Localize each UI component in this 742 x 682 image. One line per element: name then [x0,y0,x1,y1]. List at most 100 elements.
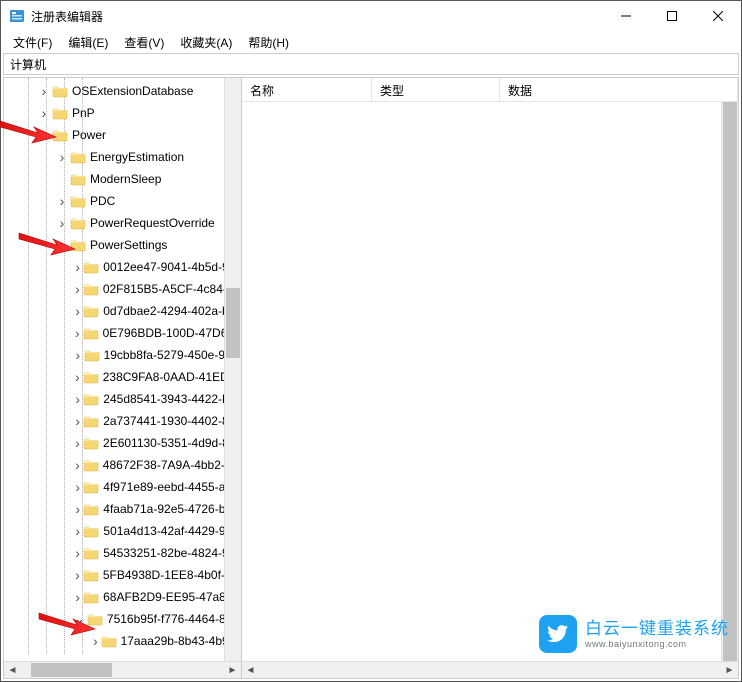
folder-icon [83,568,99,582]
chevron-right-icon[interactable]: › [74,325,81,341]
chevron-right-icon[interactable]: › [74,281,81,297]
tree-node-label: PDC [90,194,115,208]
column-data[interactable]: 数据 [500,78,738,101]
tree-node-label: 68AFB2D9-EE95-47a8-8f50-4115088073b1 [103,590,241,604]
chevron-right-icon[interactable]: › [74,391,81,407]
folder-icon [83,326,99,340]
chevron-down-icon[interactable]: ⌄ [74,611,85,627]
scroll-left-icon[interactable]: ◄ [242,662,259,679]
folder-icon [52,128,68,142]
tree-node[interactable]: › 501a4d13-42af-4429-9fd1-a8218c268e20 [4,520,241,542]
menu-edit[interactable]: 编辑(E) [60,32,116,53]
tree-node[interactable]: ›2E601130-5351-4d9d-8E04-252966BAD054 [4,432,241,454]
tree-vertical-scrollbar[interactable] [224,78,241,661]
tree-node[interactable]: ›4faab71a-92e5-4726-b531-224559672d19 [4,498,241,520]
chevron-right-icon[interactable]: › [74,435,81,451]
tree-node[interactable]: › PDC [4,190,241,212]
address-bar[interactable]: 计算机 [3,53,739,75]
tree-node[interactable]: › EnergyEstimation [4,146,241,168]
tree-node-label: 0E796BDB-100D-47D6-A2D5-F7D2DAA51F51 [103,326,241,340]
chevron-down-icon[interactable]: ⌄ [56,237,68,253]
tree-node[interactable]: ⌄Power [4,124,241,146]
tree-node[interactable]: › 02F815B5-A5CF-4c84-BF20-649D1F75D3D8 [4,278,241,300]
tree-node-label: EnergyEstimation [90,150,184,164]
tree-node-label: ModernSleep [90,172,161,186]
tree-node[interactable]: › 68AFB2D9-EE95-47a8-8f50-4115088073b1 [4,586,241,608]
chevron-right-icon[interactable]: › [56,215,68,231]
folder-icon [83,590,99,604]
chevron-right-icon[interactable]: › [74,523,81,539]
tree-node-label: 238C9FA8-0AAD-41ED-83F4-97BE242C8F20 [103,370,241,384]
tree-node[interactable]: › 238C9FA8-0AAD-41ED-83F4-97BE242C8F20 [4,366,241,388]
scroll-right-icon[interactable]: ► [224,662,241,679]
folder-icon [101,634,117,648]
tree-node[interactable]: ›19cbb8fa-5279-450e-9fac-8a3d5fedd0c1 [4,344,241,366]
tree-node[interactable]: ›5FB4938D-1EE8-4b0f-9A3C-5036B0AB995C [4,564,241,586]
scrollbar-thumb[interactable] [226,288,240,358]
folder-icon [83,502,99,516]
tree-node[interactable]: ›17aaa29b-8b43-4b94-aafe-35f64daaf1ee [4,630,241,652]
tree-node[interactable]: ›0012ee47-9041-4b5d-9b77-535fba8b1442 [4,256,241,278]
folder-icon [83,524,99,538]
list-pane[interactable]: 名称 类型 数据 ◄ ► [242,78,738,678]
address-text: 计算机 [10,56,46,73]
chevron-right-icon[interactable]: › [74,479,81,495]
folder-icon [83,392,99,406]
tree-node[interactable]: › PowerRequestOverride [4,212,241,234]
tree-node[interactable]: › 0d7dbae2-4294-402a-ba8e-26777e8488cd [4,300,241,322]
tree-node-label: 2a737441-1930-4402-8d77-b2bebba308a3 [103,414,241,428]
chevron-right-icon[interactable]: › [74,413,81,429]
tree-node-label: 0d7dbae2-4294-402a-ba8e-26777e8488cd [103,304,241,318]
chevron-right-icon[interactable]: › [74,457,81,473]
tree-node-label: PowerRequestOverride [90,216,215,230]
tree-node-label: 501a4d13-42af-4429-9fd1-a8218c268e20 [103,524,241,538]
tree-node-label: 48672F38-7A9A-4bb2-8BF8-3D85BE19DE4E [103,458,241,472]
tree-node[interactable]: › 48672F38-7A9A-4bb2-8BF8-3D85BE19DE4E [4,454,241,476]
chevron-right-icon[interactable]: › [74,369,81,385]
menu-view[interactable]: 查看(V) [116,32,172,53]
maximize-button[interactable] [649,1,695,31]
tree-node[interactable]: › 0E796BDB-100D-47D6-A2D5-F7D2DAA51F51 [4,322,241,344]
tree-node-label: 02F815B5-A5CF-4c84-BF20-649D1F75D3D8 [103,282,241,296]
tree-node[interactable]: ›4f971e89-eebd-4455-a8de-9e59040e7347 [4,476,241,498]
tree-node[interactable]: ⌄7516b95f-f776-4464-8c53-06167f40cc99 [4,608,241,630]
scroll-left-icon[interactable]: ◄ [4,662,21,679]
minimize-button[interactable] [603,1,649,31]
scroll-right-icon[interactable]: ► [721,662,738,679]
list-horizontal-scrollbar[interactable]: ◄ ► [242,661,738,678]
tree-node[interactable]: ⌄PowerSettings [4,234,241,256]
menu-favorites[interactable]: 收藏夹(A) [172,32,240,53]
chevron-right-icon[interactable]: › [74,501,81,517]
tree-node[interactable]: ›OSExtensionDatabase [4,80,241,102]
chevron-right-icon[interactable]: › [38,105,50,121]
chevron-right-icon[interactable]: › [74,589,81,605]
list-vertical-scrollbar[interactable] [721,102,738,661]
folder-icon [83,282,99,296]
column-name[interactable]: 名称 [242,78,372,101]
chevron-right-icon[interactable]: › [38,83,50,99]
chevron-right-icon[interactable]: › [74,347,82,363]
menu-file[interactable]: 文件(F) [5,32,60,53]
chevron-right-icon[interactable]: › [74,567,81,583]
column-type[interactable]: 类型 [372,78,500,101]
folder-icon [70,238,86,252]
tree-node[interactable]: ›PnP [4,102,241,124]
tree-pane[interactable]: ›OSExtensionDatabase›PnP⌄Power › EnergyEst… [4,78,242,678]
chevron-right-icon[interactable]: › [74,259,81,275]
tree-node[interactable]: ›54533251-82be-4824-96c1-47b60b740d00 [4,542,241,564]
chevron-right-icon[interactable]: › [56,149,68,165]
scrollbar-thumb[interactable] [723,102,737,661]
chevron-down-icon[interactable]: ⌄ [38,127,50,143]
scrollbar-thumb[interactable] [31,663,112,677]
chevron-right-icon[interactable]: › [74,303,81,319]
close-button[interactable] [695,1,741,31]
tree-node[interactable]: ModernSleep [4,168,241,190]
title-bar[interactable]: 注册表编辑器 [1,1,741,31]
chevron-right-icon[interactable]: › [92,633,99,649]
tree-node[interactable]: › 2a737441-1930-4402-8d77-b2bebba308a3 [4,410,241,432]
menu-help[interactable]: 帮助(H) [240,32,297,53]
chevron-right-icon[interactable]: › [74,545,81,561]
chevron-right-icon[interactable]: › [56,193,68,209]
tree-horizontal-scrollbar[interactable]: ◄ ► [4,661,241,678]
tree-node[interactable]: ›245d8541-3943-4422-b025-13a784f679b7 [4,388,241,410]
